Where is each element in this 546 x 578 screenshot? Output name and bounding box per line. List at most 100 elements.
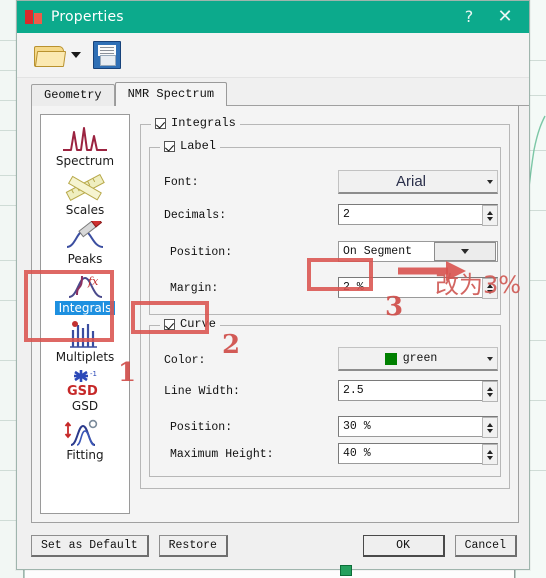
- decimals-value: 2: [343, 208, 350, 221]
- sidebar-label-spectrum: Spectrum: [55, 154, 115, 168]
- line-width-row: Line Width:: [164, 385, 240, 398]
- integrals-icon: fx: [57, 270, 113, 300]
- line-width-input[interactable]: 2.5: [338, 380, 498, 401]
- stepper-down-icon[interactable]: [487, 428, 493, 433]
- max-height-label: Maximum Height:: [170, 448, 274, 461]
- label-legend-label: Label: [180, 139, 217, 153]
- ok-button[interactable]: OK: [362, 535, 445, 557]
- chevron-down-icon[interactable]: [71, 52, 81, 58]
- color-select[interactable]: green: [338, 347, 498, 371]
- line-width-stepper[interactable]: [482, 381, 498, 402]
- color-value: green: [402, 352, 438, 365]
- settings-panel: Integrals Label Font: Arial Decimals: 2 …: [140, 114, 510, 514]
- label-position-value: On Segment: [343, 245, 413, 258]
- sidebar-item-multiplets[interactable]: Multiplets: [42, 317, 128, 365]
- color-swatch: [384, 352, 397, 365]
- stepper-up-icon[interactable]: [487, 283, 493, 288]
- curve-position-label: Position:: [170, 421, 233, 434]
- integrals-checkbox[interactable]: [155, 117, 166, 129]
- curve-position-stepper[interactable]: [482, 417, 498, 438]
- curve-checkbox[interactable]: [164, 318, 175, 330]
- sidebar-item-peaks[interactable]: Peaks: [42, 219, 128, 267]
- close-button[interactable]: ✕: [487, 2, 523, 32]
- stepper-up-icon[interactable]: [487, 449, 493, 454]
- label-position-select[interactable]: On Segment: [338, 241, 498, 262]
- app-icon: [25, 8, 43, 26]
- stepper-down-icon[interactable]: [487, 455, 493, 460]
- max-height-stepper[interactable]: [482, 444, 498, 465]
- stepper-up-icon[interactable]: [487, 210, 493, 215]
- margin-label: Margin:: [170, 282, 219, 295]
- button-bar: Set as Default Restore OK Cancel: [17, 523, 529, 569]
- label-group: Label Font: Arial Decimals: 2 Position: …: [149, 139, 501, 315]
- decimals-label: Decimals:: [164, 209, 227, 222]
- scales-icon: [57, 172, 113, 202]
- sidebar-item-integrals[interactable]: fx Integrals: [42, 268, 128, 316]
- stepper-down-icon[interactable]: [487, 392, 493, 397]
- curve-position-input[interactable]: 30 %: [338, 416, 498, 437]
- max-height-value: 40 %: [343, 447, 371, 460]
- max-height-row: Maximum Height:: [170, 448, 274, 461]
- svg-text:GSD: GSD: [67, 384, 98, 398]
- curve-group: Curve Color: green Line Width: 2.5 Posit…: [149, 317, 501, 477]
- label-checkbox[interactable]: [164, 140, 175, 152]
- margin-stepper[interactable]: [482, 278, 498, 299]
- title-bar[interactable]: Properties ? ✕: [17, 1, 529, 33]
- decimals-stepper[interactable]: [482, 205, 498, 226]
- margin-value: 2 %: [343, 281, 364, 294]
- stepper-up-icon[interactable]: [487, 386, 493, 391]
- tab-geometry[interactable]: Geometry: [31, 84, 115, 106]
- sidebar-label-integrals: Integrals: [54, 301, 116, 315]
- curve-group-legend[interactable]: Curve: [160, 317, 221, 331]
- font-label: Font:: [164, 176, 199, 189]
- sidebar-label-scales: Scales: [65, 203, 105, 217]
- font-row: Font:: [164, 176, 199, 189]
- help-button[interactable]: ?: [451, 2, 487, 32]
- multiplets-icon: [57, 319, 113, 349]
- svg-text:-1: -1: [90, 370, 97, 378]
- integrals-group: Integrals Label Font: Arial Decimals: 2 …: [140, 116, 510, 489]
- open-folder-icon[interactable]: [33, 42, 67, 68]
- set-as-default-button[interactable]: Set as Default: [31, 535, 149, 557]
- tab-strip: Geometry NMR Spectrum: [31, 82, 529, 106]
- font-select[interactable]: Arial: [338, 170, 498, 194]
- peaks-icon: [57, 221, 113, 251]
- decimals-input[interactable]: 2: [338, 204, 498, 225]
- curve-position-row: Position:: [170, 421, 232, 434]
- fitting-icon: [57, 417, 113, 447]
- gsd-icon: -1 GSD: [57, 368, 113, 398]
- cancel-button[interactable]: Cancel: [454, 535, 517, 557]
- sidebar-item-gsd[interactable]: -1 GSD GSD: [42, 366, 128, 414]
- margin-row: Margin:: [170, 282, 218, 295]
- stepper-down-icon[interactable]: [487, 216, 493, 221]
- font-value: Arial: [395, 173, 426, 190]
- toolbar: [17, 33, 529, 78]
- spectrum-icon: [57, 123, 113, 153]
- line-width-label: Line Width:: [164, 385, 240, 398]
- sidebar-item-spectrum[interactable]: Spectrum: [42, 121, 128, 169]
- resize-handle[interactable]: [340, 565, 352, 576]
- integrals-group-legend[interactable]: Integrals: [151, 116, 240, 130]
- label-position-label: Position:: [170, 246, 233, 259]
- curve-position-value: 30 %: [343, 420, 371, 433]
- restore-button[interactable]: Restore: [158, 535, 228, 557]
- sidebar-label-fitting: Fitting: [66, 448, 104, 462]
- label-group-legend[interactable]: Label: [160, 139, 221, 153]
- label-position-row: Position:: [170, 246, 232, 259]
- stepper-down-icon[interactable]: [487, 289, 493, 294]
- save-icon[interactable]: [93, 41, 121, 69]
- sidebar-item-scales[interactable]: Scales: [42, 170, 128, 218]
- stepper-up-icon[interactable]: [487, 422, 493, 427]
- dialog-body: Spectrum Scales Peaks fx Integrals Multi…: [31, 106, 519, 523]
- sidebar-item-fitting[interactable]: Fitting: [42, 415, 128, 463]
- window-title: Properties: [51, 9, 124, 25]
- chevron-down-icon[interactable]: [434, 242, 496, 261]
- properties-dialog: Properties ? ✕ Geometry NMR Spectrum Spe…: [16, 0, 530, 570]
- tab-nmr-spectrum[interactable]: NMR Spectrum: [114, 82, 228, 106]
- chevron-down-icon[interactable]: [483, 356, 497, 361]
- max-height-input[interactable]: 40 %: [338, 443, 498, 464]
- margin-input[interactable]: 2 %: [338, 277, 498, 298]
- category-sidebar: Spectrum Scales Peaks fx Integrals Multi…: [40, 114, 130, 514]
- chevron-down-icon[interactable]: [483, 179, 497, 184]
- line-width-value: 2.5: [343, 384, 364, 397]
